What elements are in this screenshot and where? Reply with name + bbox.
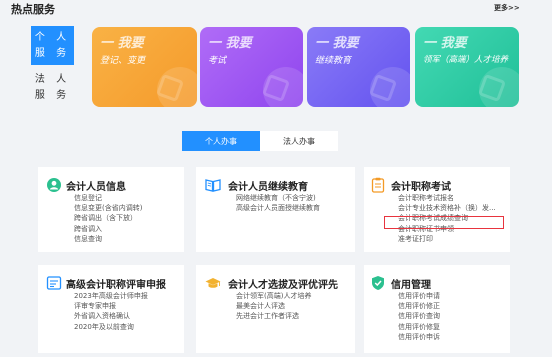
- page-title: 热点服务: [11, 3, 55, 16]
- book-icon: [205, 179, 221, 192]
- panel-title: 会计人员继续教育: [228, 182, 308, 193]
- link-list: 网络继续教育（不含宁波) 高级会计人员面授继续教育: [236, 193, 320, 213]
- tab-legal[interactable]: 法人办事: [260, 131, 338, 151]
- panel-credit-management: 信用管理 信用评价申请 信用评价修正 信用评价查询 信用评价修复 信用评价申诉: [364, 265, 510, 353]
- link-item[interactable]: 信用评价修正: [398, 301, 440, 311]
- more-link[interactable]: 更多>>: [494, 3, 520, 13]
- panel-title: 高级会计职称评审申报: [66, 280, 166, 291]
- link-item[interactable]: 2020年及以前查询: [74, 322, 148, 332]
- link-item[interactable]: 高级会计人员面授继续教育: [236, 203, 320, 213]
- service-type-tabs: 个人办事 法人办事: [182, 131, 338, 151]
- link-list: 信用评价申请 信用评价修正 信用评价查询 信用评价修复 信用评价申诉: [398, 291, 440, 342]
- link-item[interactable]: 会计职称考试报名: [398, 193, 496, 203]
- tab-personal[interactable]: 个人办事: [182, 131, 260, 151]
- link-item[interactable]: 外省调入资格确认: [74, 311, 148, 321]
- card-heading: 一 我要: [315, 36, 359, 51]
- panel-senior-review: 高级会计职称评审申报 2023年高级会计师申报 评审专家申报 外省调入资格确认 …: [38, 265, 184, 353]
- link-item[interactable]: 会计领军(高端)人才培养: [236, 291, 311, 301]
- personal-service-label: 个 人 服 务: [34, 31, 71, 59]
- legal-service-label: 法 人 服 务: [34, 73, 71, 101]
- link-item[interactable]: 网络继续教育（不含宁波): [236, 193, 320, 203]
- link-item[interactable]: 信息登记: [74, 193, 142, 203]
- link-item[interactable]: 会计专业技术资格补（换）发...: [398, 203, 496, 213]
- panel-title: 信用管理: [391, 280, 431, 291]
- panel-title: 会计人员信息: [66, 182, 126, 193]
- panel-exam: 会计职称考试 会计职称考试报名 会计专业技术资格补（换）发... 会计职称考试成…: [364, 167, 510, 252]
- link-item[interactable]: 跨省调入: [74, 224, 142, 234]
- panel-accountant-info: 会计人员信息 信息登记 信息变更(含省内调转) 跨省调出（含下放） 跨省调入 信…: [38, 167, 184, 252]
- card-exam[interactable]: 一 我要 考试: [200, 27, 303, 107]
- panel-title: 会计人才选拔及评优评先: [228, 280, 338, 291]
- link-item[interactable]: 信用评价申请: [398, 291, 440, 301]
- link-item[interactable]: 信用评价查询: [398, 311, 440, 321]
- card-label: 领军（高端）人才培养: [423, 55, 509, 65]
- link-item[interactable]: 最美会计人评选: [236, 301, 311, 311]
- card-registration[interactable]: 一 我要 登记、变更: [92, 27, 197, 107]
- graduation-cap-icon: [205, 278, 221, 288]
- document-icon: [46, 276, 62, 290]
- card-heading: 一 我要: [208, 36, 252, 51]
- link-item[interactable]: 准考证打印: [398, 234, 496, 244]
- user-icon: [47, 178, 61, 192]
- card-talent-training[interactable]: 一 我要 领军（高端）人才培养: [415, 27, 519, 107]
- card-label: 考试: [208, 56, 227, 66]
- link-item[interactable]: 跨省调出（含下放）: [74, 213, 142, 223]
- card-label: 登记、变更: [100, 56, 146, 66]
- highlight-box: [384, 216, 504, 229]
- link-list: 2023年高级会计师申报 评审专家申报 外省调入资格确认 2020年及以前查询: [74, 291, 148, 332]
- link-item[interactable]: 先进会计工作者评选: [236, 311, 311, 321]
- link-item[interactable]: 信息查询: [74, 234, 142, 244]
- link-list: 会计领军(高端)人才培养 最美会计人评选 先进会计工作者评选: [236, 291, 311, 322]
- card-heading: 一 我要: [100, 36, 144, 51]
- panel-talent-selection: 会计人才选拔及评优评先 会计领军(高端)人才培养 最美会计人评选 先进会计工作者…: [196, 265, 355, 353]
- legal-service-tab[interactable]: 法 人 服 务: [31, 71, 74, 104]
- card-heading: 一 我要: [423, 36, 467, 51]
- link-list: 信息登记 信息变更(含省内调转) 跨省调出（含下放） 跨省调入 信息查询: [74, 193, 142, 244]
- link-item[interactable]: 2023年高级会计师申报: [74, 291, 148, 301]
- panel-continuing-education: 会计人员继续教育 网络继续教育（不含宁波) 高级会计人员面授继续教育: [196, 167, 355, 252]
- link-item[interactable]: 评审专家申报: [74, 301, 148, 311]
- clipboard-icon: [371, 177, 385, 193]
- panel-title: 会计职称考试: [391, 182, 451, 193]
- shield-icon: [372, 276, 384, 290]
- personal-service-tab[interactable]: 个 人 服 务: [31, 26, 74, 65]
- link-item[interactable]: 信用评价修复: [398, 322, 440, 332]
- link-item[interactable]: 信用评价申诉: [398, 332, 440, 342]
- card-label: 继续教育: [315, 56, 352, 66]
- link-item[interactable]: 信息变更(含省内调转): [74, 203, 142, 213]
- card-continuing-education[interactable]: 一 我要 继续教育: [307, 27, 410, 107]
